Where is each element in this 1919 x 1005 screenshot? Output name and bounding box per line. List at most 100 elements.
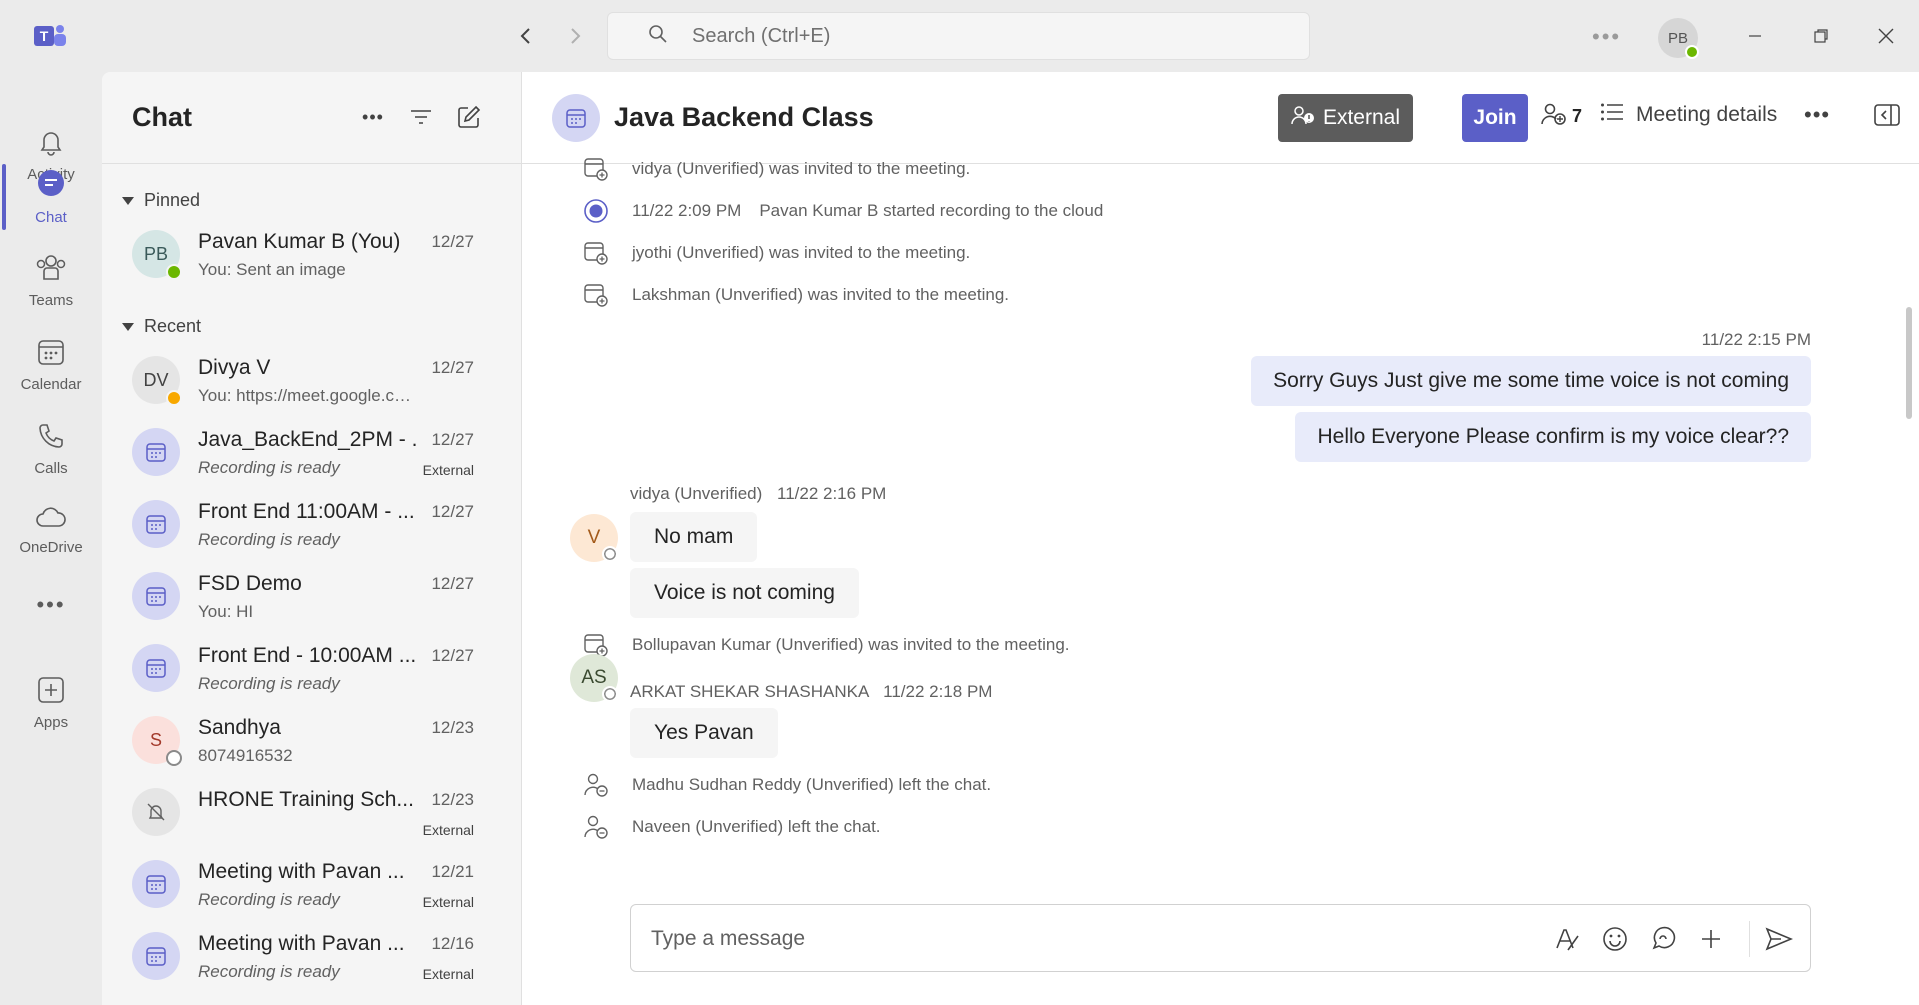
conversation-title: Java Backend Class bbox=[614, 102, 874, 132]
send-icon[interactable] bbox=[1763, 923, 1795, 955]
collapse-icon bbox=[122, 322, 134, 331]
rail-chat[interactable]: Chat bbox=[0, 158, 102, 236]
chat-name: Java_BackEnd_2PM - ... bbox=[198, 428, 418, 451]
person-left-icon bbox=[582, 813, 610, 841]
chat-preview: Recording is ready bbox=[198, 458, 340, 477]
calendar-icon bbox=[36, 337, 66, 372]
search-icon bbox=[648, 24, 668, 49]
meeting-calendar-icon bbox=[132, 428, 180, 476]
more-options-icon[interactable]: ••• bbox=[1804, 102, 1830, 128]
chat-item-meeting-pavan-1[interactable]: Meeting with Pavan ... Recording is read… bbox=[102, 848, 522, 920]
chat-icon bbox=[35, 168, 67, 205]
minimize-button[interactable] bbox=[1739, 20, 1771, 52]
rail-calendar[interactable]: Calendar bbox=[0, 326, 102, 404]
chat-date: 12/23 bbox=[431, 790, 474, 809]
system-event: vidya (Unverified) was invited to the me… bbox=[582, 154, 970, 184]
available-status-icon bbox=[166, 264, 182, 280]
message-bubble[interactable]: Voice is not coming bbox=[630, 568, 859, 618]
teams-logo-icon: T bbox=[32, 20, 68, 52]
teams-icon bbox=[34, 253, 68, 288]
offline-status-icon bbox=[166, 750, 182, 766]
chat-preview: You: HI bbox=[198, 602, 254, 621]
chat-item-frontend-11am[interactable]: Front End 11:00AM - ... Recording is rea… bbox=[102, 488, 522, 560]
message-bubble[interactable]: Yes Pavan bbox=[630, 708, 778, 758]
chat-preview: Recording is ready bbox=[198, 530, 340, 549]
format-icon[interactable] bbox=[1551, 923, 1583, 955]
participants-button[interactable]: 7 bbox=[1540, 102, 1582, 131]
chat-item-divya[interactable]: DV Divya V You: https://meet.google.com/… bbox=[102, 344, 522, 416]
chat-name: Front End 11:00AM - ... bbox=[198, 500, 415, 523]
invite-calendar-icon bbox=[582, 281, 610, 309]
rail-onedrive[interactable]: OneDrive bbox=[0, 492, 102, 570]
my-message-bubble[interactable]: Sorry Guys Just give me some time voice … bbox=[1251, 356, 1811, 406]
message-bubble[interactable]: No mam bbox=[630, 512, 758, 562]
title-bar: T Search (Ctrl+E) ••• PB bbox=[0, 0, 1919, 72]
loop-icon[interactable] bbox=[1647, 923, 1679, 955]
rail-calls[interactable]: Calls bbox=[0, 410, 102, 488]
app-rail: Activity Chat Teams Calendar Calls OneDr… bbox=[0, 72, 102, 1005]
external-button[interactable]: External bbox=[1278, 94, 1413, 142]
system-event-recording: 11/22 2:09 PM Pavan Kumar B started reco… bbox=[582, 196, 1103, 226]
recent-section-header[interactable]: Recent bbox=[122, 316, 201, 337]
scrollbar-thumb[interactable] bbox=[1906, 307, 1912, 419]
meeting-calendar-icon bbox=[132, 644, 180, 692]
collapse-icon bbox=[122, 196, 134, 205]
bell-icon bbox=[36, 127, 66, 162]
search-input[interactable]: Search (Ctrl+E) bbox=[607, 12, 1310, 60]
chat-item-pavan[interactable]: PB Pavan Kumar B (You) You: Sent an imag… bbox=[102, 218, 522, 290]
available-status-icon bbox=[1685, 45, 1699, 59]
chat-date: 12/23 bbox=[431, 718, 474, 737]
chat-item-java-backend[interactable]: Java_BackEnd_2PM - ... Recording is read… bbox=[102, 416, 522, 488]
settings-more-icon[interactable]: ••• bbox=[1592, 24, 1621, 50]
message-sender-line: ARKAT SHEKAR SHASHANKA 11/22 2:18 PM bbox=[630, 682, 993, 701]
chat-preview: Recording is ready bbox=[198, 890, 340, 909]
chat-name: FSD Demo bbox=[198, 572, 302, 595]
more-options-icon[interactable]: ••• bbox=[358, 102, 388, 132]
chat-item-fsd-demo[interactable]: FSD Demo You: HI 12/27 bbox=[102, 560, 522, 632]
system-event: Madhu Sudhan Reddy (Unverified) left the… bbox=[582, 770, 991, 800]
chat-list-title: Chat bbox=[132, 102, 192, 132]
record-icon bbox=[582, 197, 610, 225]
back-button[interactable] bbox=[512, 22, 540, 50]
chat-list-panel: Chat ••• Pinned PB Pavan Kumar B (You) Y… bbox=[102, 72, 522, 1005]
chat-item-hrone[interactable]: HRONE Training Sch... 12/23 External bbox=[102, 776, 522, 848]
chat-item-frontend-10am[interactable]: Front End - 10:00AM ... Recording is rea… bbox=[102, 632, 522, 704]
profile-avatar[interactable]: PB bbox=[1658, 18, 1699, 59]
rail-teams[interactable]: Teams bbox=[0, 242, 102, 320]
chat-date: 12/27 bbox=[431, 646, 474, 665]
invite-calendar-icon bbox=[582, 239, 610, 267]
system-event: jyothi (Unverified) was invited to the m… bbox=[582, 238, 970, 268]
add-icon[interactable] bbox=[1695, 923, 1727, 955]
side-panel-icon[interactable] bbox=[1874, 104, 1900, 131]
meeting-details-button[interactable]: Meeting details bbox=[1600, 102, 1777, 128]
message-sender-line: vidya (Unverified) 11/22 2:16 PM bbox=[630, 484, 887, 503]
new-chat-icon[interactable] bbox=[454, 102, 484, 132]
conversation-header: Java Backend Class External Join 7 Meeti… bbox=[522, 72, 1919, 164]
pinned-section-header[interactable]: Pinned bbox=[122, 190, 200, 211]
external-label: External bbox=[422, 894, 474, 910]
rail-more[interactable]: ••• bbox=[0, 580, 102, 630]
offline-status-icon bbox=[602, 686, 618, 702]
avatar: DV bbox=[132, 356, 182, 406]
restore-button[interactable] bbox=[1805, 20, 1837, 52]
chat-date: 12/21 bbox=[431, 862, 474, 881]
avatar[interactable]: V bbox=[570, 514, 618, 562]
close-button[interactable] bbox=[1870, 20, 1902, 52]
chat-item-meeting-pavan-2[interactable]: Meeting with Pavan ... Recording is read… bbox=[102, 920, 522, 992]
my-message-bubble[interactable]: Hello Everyone Please confirm is my voic… bbox=[1295, 412, 1811, 462]
chat-date: 12/27 bbox=[431, 574, 474, 593]
chat-item-sandhya[interactable]: S Sandhya 8074916532 12/23 bbox=[102, 704, 522, 776]
avatar[interactable]: AS bbox=[570, 654, 618, 702]
join-button[interactable]: Join bbox=[1462, 94, 1528, 142]
chat-preview: 8074916532 bbox=[198, 746, 293, 765]
filter-icon[interactable] bbox=[406, 102, 436, 132]
emoji-icon[interactable] bbox=[1599, 923, 1631, 955]
rail-apps[interactable]: Apps bbox=[0, 664, 102, 742]
chat-preview: Recording is ready bbox=[198, 962, 340, 981]
phone-icon bbox=[36, 421, 66, 456]
chat-date: 12/27 bbox=[431, 502, 474, 521]
forward-button[interactable] bbox=[561, 22, 589, 50]
message-timestamp: 11/22 2:15 PM bbox=[1701, 330, 1811, 349]
message-composer[interactable]: Type a message bbox=[630, 904, 1811, 972]
meeting-calendar-icon bbox=[132, 572, 180, 620]
